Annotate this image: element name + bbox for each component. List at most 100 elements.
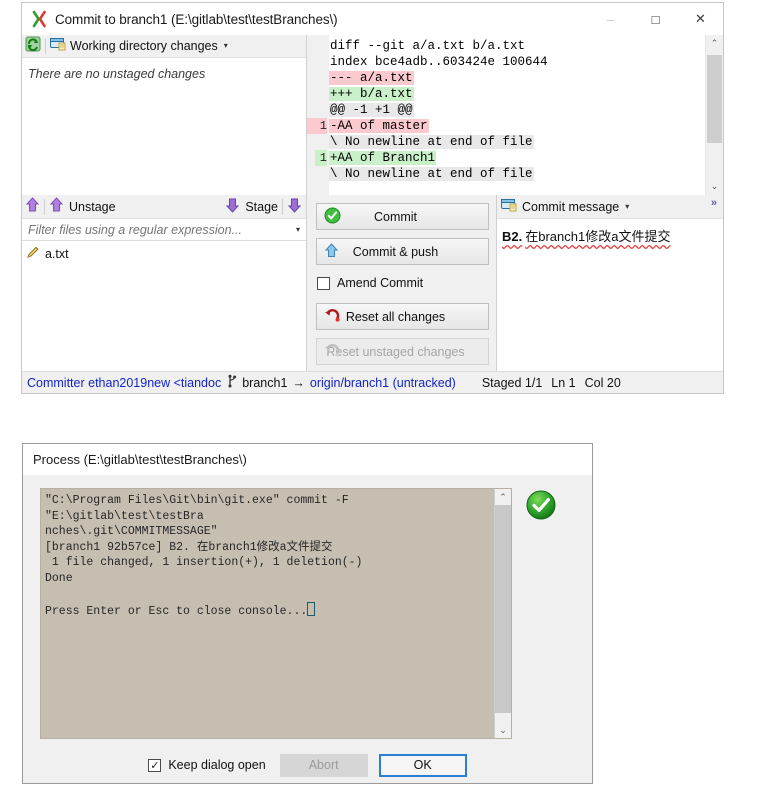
maximize-button[interactable]: □ bbox=[633, 4, 678, 34]
chevron-down-icon[interactable]: ▾ bbox=[224, 42, 228, 50]
pencil-modified-icon bbox=[26, 245, 40, 262]
staged-file-row[interactable]: a.txt bbox=[22, 241, 306, 262]
scroll-up-icon[interactable]: ⌃ bbox=[706, 35, 723, 52]
commit-status-bar: Committer ethan2019new <tiandoc branch1 … bbox=[22, 371, 723, 393]
working-directory-header[interactable]: Working directory changes ▾ bbox=[22, 35, 306, 58]
commit-window: Commit to branch1 (E:\gitlab\test\testBr… bbox=[21, 2, 724, 394]
arrow-down-purple-icon[interactable] bbox=[225, 197, 240, 216]
diff-line-text: +++ b/a.txt bbox=[329, 87, 414, 101]
window-controls: – □ ✕ bbox=[588, 3, 723, 35]
keep-dialog-open-row[interactable]: ✓ Keep dialog open bbox=[148, 755, 266, 775]
amend-commit-row[interactable]: Amend Commit bbox=[317, 273, 489, 293]
file-filter-row[interactable]: ▾ bbox=[22, 219, 306, 241]
diff-viewer[interactable]: diff --git a/a.txt b/a.txt index bce4adb.… bbox=[307, 35, 723, 195]
line-indicator: Ln 1 bbox=[551, 375, 576, 390]
scroll-down-icon[interactable]: ⌄ bbox=[706, 178, 723, 195]
staged-file-name: a.txt bbox=[45, 246, 69, 261]
console-line: [branch1 92b57ce] B2. 在branch1修改a文件提交 bbox=[45, 540, 333, 554]
stage-toolbar: Unstage Stage bbox=[22, 195, 306, 219]
staged-count: Staged 1/1 bbox=[481, 375, 543, 390]
arrow-down-purple-icon-2[interactable] bbox=[287, 197, 302, 216]
process-window-footer: ✓ Keep dialog open Abort OK bbox=[23, 747, 592, 783]
process-window-body: "C:\Program Files\Git\bin\git.exe" commi… bbox=[23, 475, 592, 747]
file-filter-input[interactable] bbox=[22, 221, 290, 238]
close-button[interactable]: ✕ bbox=[678, 4, 723, 34]
screen: Commit to branch1 (E:\gitlab\test\testBr… bbox=[0, 0, 769, 786]
commit-and-push-button-label: Commit & push bbox=[352, 244, 439, 259]
console-caret bbox=[307, 601, 316, 616]
commit-message-textbox[interactable]: B2. 在branch1修改a文件提交 bbox=[497, 219, 723, 245]
amend-commit-label: Amend Commit bbox=[337, 276, 424, 290]
filter-chevron-down-icon[interactable]: ▾ bbox=[290, 225, 306, 234]
diff-line-number-gutter bbox=[307, 35, 329, 195]
working-directory-panel: Working directory changes ▾ There are no… bbox=[22, 35, 307, 195]
diff-scrollbar[interactable]: ⌃ ⌄ bbox=[705, 35, 723, 195]
amend-commit-checkbox[interactable] bbox=[317, 276, 330, 290]
commit-message-chevron-down-icon[interactable]: ▾ bbox=[625, 202, 629, 211]
remote-branch: origin/branch1 (untracked) bbox=[309, 375, 456, 390]
keep-dialog-open-checkbox[interactable]: ✓ bbox=[148, 758, 162, 772]
expand-chevrons-icon[interactable]: » bbox=[711, 197, 717, 209]
commit-message-label: Commit message bbox=[522, 199, 620, 214]
console-line: nches\.git\COMMITMESSAGE" bbox=[45, 525, 218, 538]
console-output[interactable]: "C:\Program Files\Git\bin\git.exe" commi… bbox=[41, 489, 494, 738]
arrow-up-purple-icon[interactable] bbox=[25, 197, 40, 216]
console-line: Done bbox=[45, 571, 73, 585]
red-undo-icon bbox=[324, 308, 341, 326]
diff-line-number: 1 bbox=[307, 118, 327, 134]
abort-button: Abort bbox=[279, 753, 368, 777]
committer-info: Committer ethan2019new <tiandoc bbox=[27, 375, 222, 390]
console-line: 1 file changed, 1 insertion(+), 1 deleti… bbox=[45, 556, 363, 569]
diff-line: \ No newline at end of file bbox=[329, 166, 705, 182]
minimize-button[interactable]: – bbox=[588, 4, 633, 34]
branch-icon bbox=[227, 374, 238, 391]
toolbar-divider bbox=[45, 38, 46, 54]
diff-line-text: index bce4adb..603424e 100644 bbox=[329, 55, 549, 69]
changes-icon bbox=[50, 37, 66, 56]
console-scroll-down-icon[interactable]: ⌄ bbox=[495, 722, 511, 738]
staged-files-panel: Unstage Stage Filter files using a regul… bbox=[22, 195, 307, 373]
diff-line: --- a/a.txt bbox=[329, 70, 705, 86]
diff-line: \ No newline at end of file bbox=[329, 134, 705, 150]
console-output-wrapper[interactable]: "C:\Program Files\Git\bin\git.exe" commi… bbox=[40, 488, 512, 739]
branch-arrow-icon: → bbox=[292, 375, 305, 390]
console-scroll-thumb[interactable] bbox=[495, 505, 511, 713]
diff-line: 1 -AA of master bbox=[307, 118, 705, 134]
green-success-icon bbox=[526, 490, 556, 525]
commit-message-header[interactable]: Commit message ▾ » bbox=[497, 195, 723, 219]
diff-lines: diff --git a/a.txt b/a.txt index bce4adb.… bbox=[307, 35, 705, 195]
blue-up-arrow-icon bbox=[324, 242, 339, 261]
reset-unstaged-changes-button: Reset unstaged changes bbox=[316, 338, 489, 365]
diff-line-text: diff --git a/a.txt b/a.txt bbox=[329, 39, 527, 53]
toolbar-divider-2 bbox=[282, 198, 283, 215]
diff-line: +++ b/a.txt bbox=[329, 86, 705, 102]
process-window: Process (E:\gitlab\test\testBranches\) "… bbox=[22, 443, 593, 784]
diff-scroll-thumb[interactable] bbox=[707, 55, 722, 143]
diff-line-text: \ No newline at end of file bbox=[329, 167, 534, 181]
stage-button-label[interactable]: Stage bbox=[245, 200, 278, 214]
reset-all-changes-button[interactable]: Reset all changes bbox=[316, 303, 489, 330]
green-check-icon bbox=[324, 207, 341, 227]
unstage-button-label[interactable]: Unstage bbox=[69, 200, 116, 214]
commit-message-panel: Commit message ▾ » B2. 在branch1修改a文件提交 bbox=[497, 195, 723, 373]
commit-button-label: Commit bbox=[373, 209, 418, 224]
ok-button[interactable]: OK bbox=[378, 753, 467, 777]
lower-split: Unstage Stage Filter files using a regul… bbox=[22, 195, 723, 373]
reset-unstaged-changes-label: Reset unstaged changes bbox=[326, 344, 465, 359]
commit-actions-panel: Commit Commit & push Amend Commit Reset … bbox=[307, 195, 497, 373]
diff-line-text: -AA of master bbox=[329, 119, 429, 133]
diff-line-number: 1 bbox=[315, 150, 327, 166]
refresh-icon[interactable] bbox=[25, 36, 41, 57]
commit-window-titlebar: Commit to branch1 (E:\gitlab\test\testBr… bbox=[22, 3, 723, 35]
console-scrollbar[interactable]: ⌃ ⌄ bbox=[494, 489, 511, 738]
arrow-up-purple-icon-2[interactable] bbox=[49, 197, 64, 216]
commit-and-push-button[interactable]: Commit & push bbox=[316, 238, 489, 265]
diff-line: 1 +AA of Branch1 bbox=[315, 150, 705, 166]
console-scroll-up-icon[interactable]: ⌃ bbox=[495, 489, 511, 505]
no-unstaged-changes-text: There are no unstaged changes bbox=[28, 67, 206, 81]
diff-line: @@ -1 +1 @@ bbox=[329, 102, 705, 118]
keep-dialog-open-label: Keep dialog open bbox=[168, 758, 266, 772]
column-indicator: Col 20 bbox=[584, 375, 621, 390]
commit-button[interactable]: Commit bbox=[316, 203, 489, 230]
